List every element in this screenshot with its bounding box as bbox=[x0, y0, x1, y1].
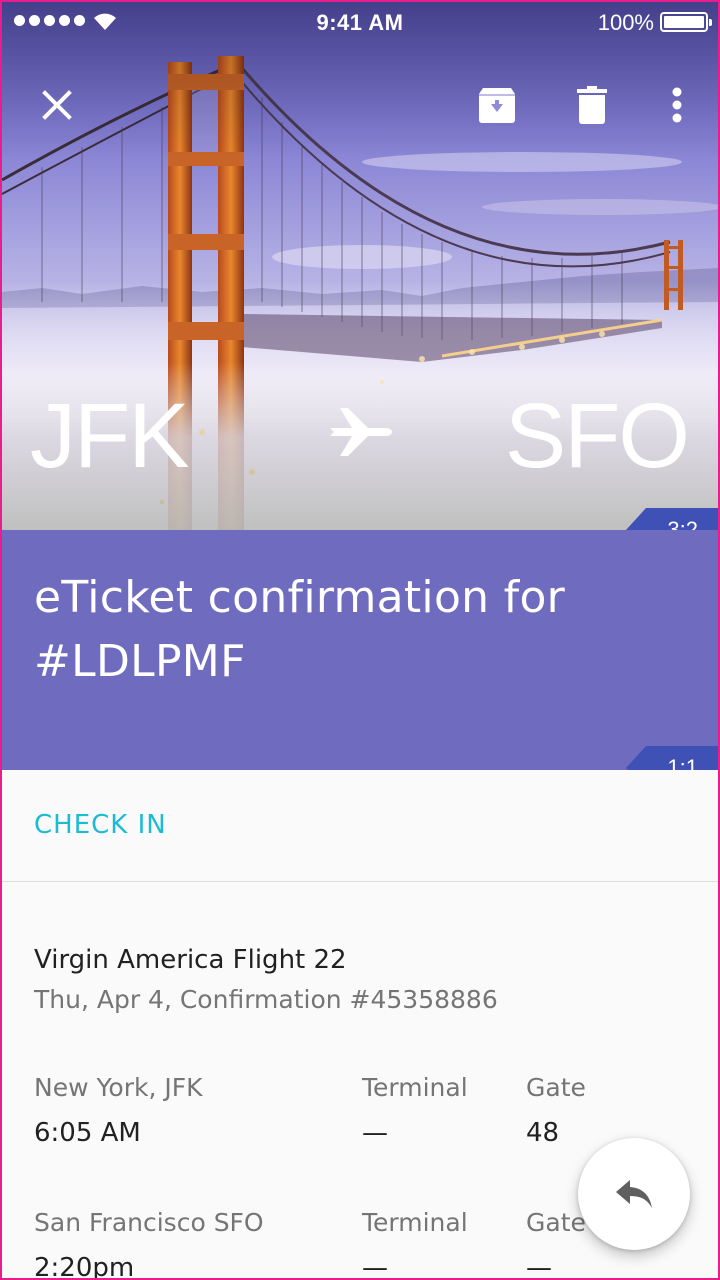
gate-label: Gate bbox=[526, 1208, 586, 1237]
email-header: eTicket confirmation for #LDLPMF bbox=[2, 530, 718, 770]
delete-button[interactable] bbox=[564, 77, 620, 133]
arrival-info: San Francisco SFO 2:20pm bbox=[34, 1208, 264, 1280]
arrival-place: San Francisco SFO bbox=[34, 1208, 264, 1237]
arrival-terminal: Terminal — bbox=[362, 1208, 468, 1280]
action-row: CHECK IN bbox=[2, 770, 718, 882]
reply-icon bbox=[616, 1180, 652, 1208]
departure-info: New York, JFK 6:05 AM bbox=[34, 1073, 203, 1148]
delete-icon bbox=[577, 86, 607, 124]
check-in-button[interactable]: CHECK IN bbox=[34, 810, 167, 840]
flight-summary: Thu, Apr 4, Confirmation #45358886 bbox=[34, 985, 498, 1014]
departure-gate: Gate 48 bbox=[526, 1073, 586, 1148]
archive-icon bbox=[479, 88, 515, 123]
more-options-button[interactable] bbox=[649, 77, 705, 133]
gate-value: — bbox=[526, 1253, 552, 1280]
battery-percent: 100% bbox=[597, 10, 654, 35]
terminal-value: — bbox=[362, 1118, 388, 1148]
gate-value: 48 bbox=[526, 1118, 560, 1148]
departure-terminal: Terminal — bbox=[362, 1073, 468, 1148]
reply-button[interactable] bbox=[578, 1138, 690, 1250]
airplane-icon bbox=[330, 408, 392, 456]
status-bar: 9:41 AM 100% bbox=[2, 2, 718, 42]
departure-place: New York, JFK bbox=[34, 1073, 203, 1102]
arrival-gate: Gate — bbox=[526, 1208, 586, 1280]
destination-airport-code: SFO bbox=[504, 385, 690, 487]
hero-image: 9:41 AM 100% JFK SFO bbox=[2, 2, 718, 530]
app-screen: 9:41 AM 100% JFK SFO eTicket confirmatio… bbox=[0, 0, 720, 1280]
battery-icon bbox=[660, 12, 712, 32]
email-subject: eTicket confirmation for #LDLPMF bbox=[34, 572, 566, 687]
flight-name: Virgin America Flight 22 bbox=[34, 945, 347, 975]
close-button[interactable] bbox=[29, 77, 85, 133]
departure-time: 6:05 AM bbox=[34, 1118, 141, 1148]
terminal-label: Terminal bbox=[362, 1208, 468, 1237]
arrival-time: 2:20pm bbox=[34, 1253, 135, 1280]
more-vert-icon bbox=[672, 87, 682, 123]
terminal-value: — bbox=[362, 1253, 388, 1280]
archive-button[interactable] bbox=[469, 77, 525, 133]
terminal-label: Terminal bbox=[362, 1073, 468, 1102]
gate-label: Gate bbox=[526, 1073, 586, 1102]
close-icon bbox=[42, 90, 72, 120]
origin-airport-code: JFK bbox=[30, 385, 190, 487]
